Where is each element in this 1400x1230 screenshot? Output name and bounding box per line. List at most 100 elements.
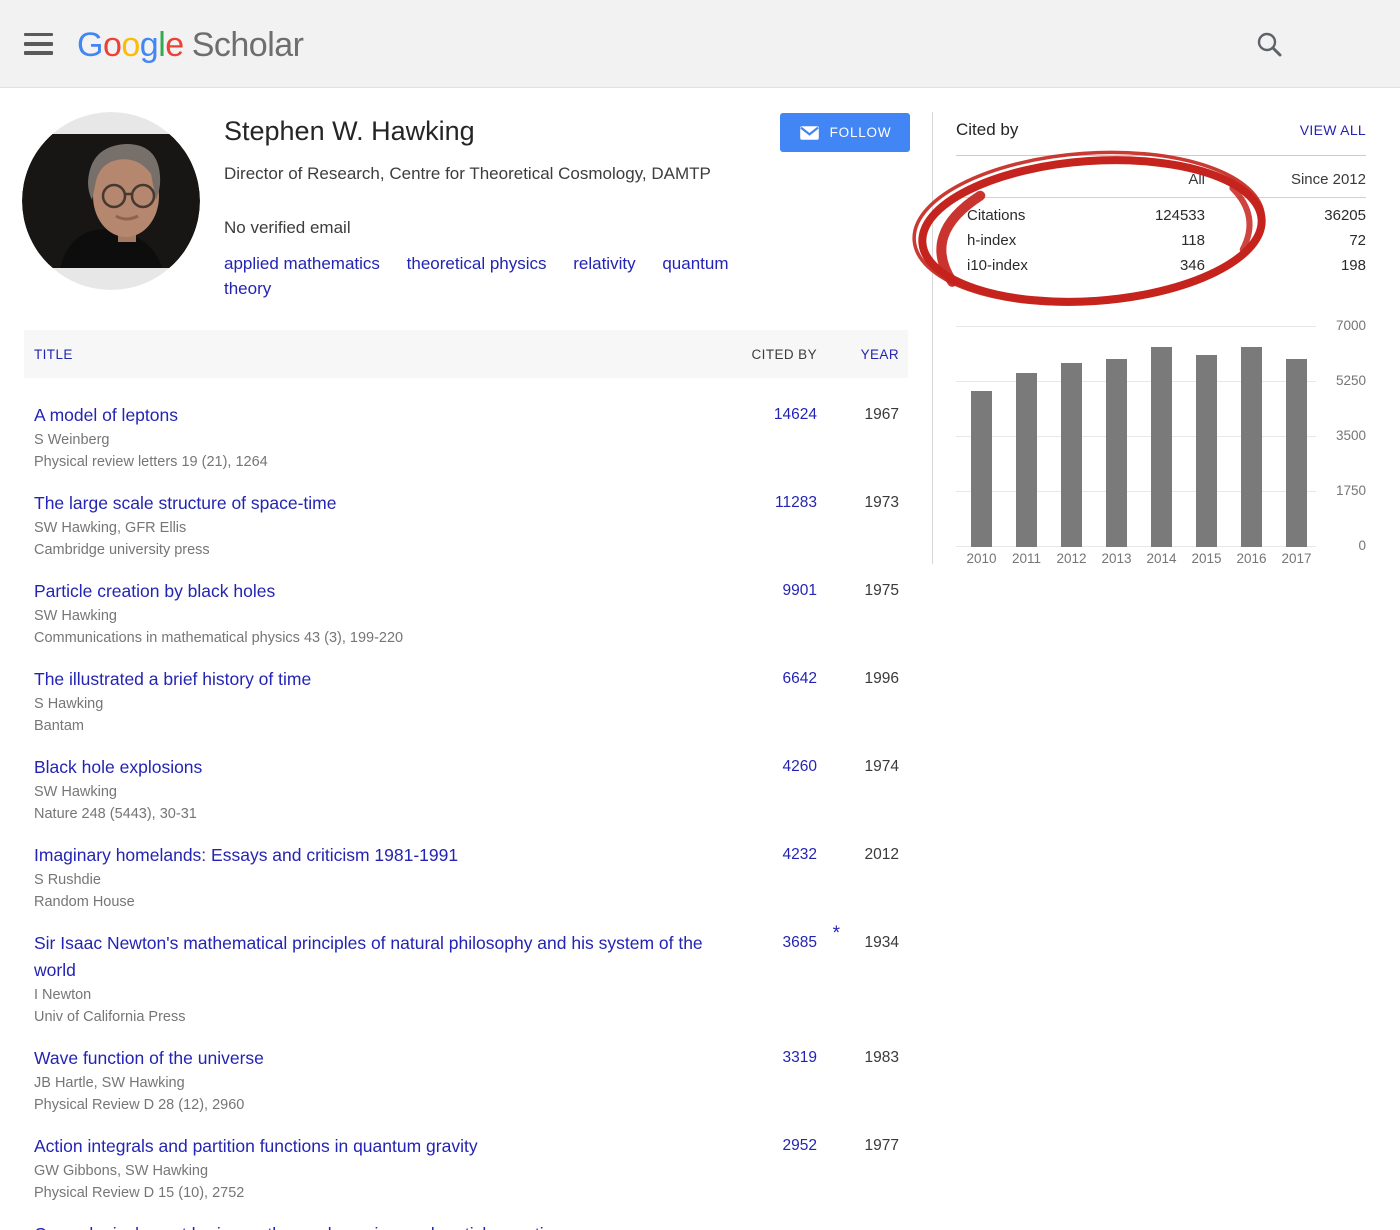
publications-header-row: TITLE CITED BY YEAR bbox=[24, 330, 908, 378]
publication-venue: Bantam bbox=[24, 715, 908, 737]
top-app-bar: GoogleScholar bbox=[0, 0, 1400, 88]
publication-title-link[interactable]: Wave function of the universe bbox=[24, 1045, 264, 1072]
x-axis-tick-label: 2016 bbox=[1229, 551, 1274, 566]
google-wordmark: Google bbox=[77, 26, 184, 64]
stats-row: h-index 118 72 bbox=[956, 228, 1366, 253]
cited-by-heading: Cited by bbox=[956, 120, 1018, 140]
profile-affiliation: Director of Research, Centre for Theoret… bbox=[224, 161, 744, 186]
publication-authors: S Rushdie bbox=[24, 869, 908, 891]
profile-email-status: No verified email bbox=[224, 218, 351, 238]
cited-by-count-link[interactable]: 3319 bbox=[783, 1049, 817, 1067]
chart-bar-2017[interactable] bbox=[1286, 359, 1307, 547]
x-axis-tick-label: 2011 bbox=[1004, 551, 1049, 566]
x-axis-tick-label: 2015 bbox=[1184, 551, 1229, 566]
search-icon[interactable] bbox=[1254, 29, 1286, 61]
publication-venue: Communications in mathematical physics 4… bbox=[24, 627, 908, 649]
chart-bar-2014[interactable] bbox=[1151, 347, 1172, 547]
publication-year: 1996 bbox=[865, 670, 899, 688]
vertical-divider bbox=[932, 112, 933, 564]
cited-by-count-link[interactable]: 3685 bbox=[783, 934, 817, 952]
publication-authors: I Newton bbox=[24, 984, 908, 1006]
publication-row: Imaginary homelands: Essays and criticis… bbox=[24, 842, 908, 913]
stat-value-all: 118 bbox=[1096, 232, 1205, 249]
y-axis-tick-label: 7000 bbox=[1310, 318, 1366, 333]
cited-by-count-link[interactable]: 9901 bbox=[783, 582, 817, 600]
cited-by-count-link[interactable]: 11283 bbox=[775, 494, 817, 512]
stats-col-since: Since 2012 bbox=[1205, 171, 1366, 188]
citations-per-year-chart: 01750350052507000 2010201120122013201420… bbox=[956, 315, 1366, 565]
sort-by-title-link[interactable]: TITLE bbox=[34, 347, 73, 362]
follow-button[interactable]: FOLLOW bbox=[780, 113, 910, 152]
chart-bar-2010[interactable] bbox=[971, 391, 992, 547]
hamburger-menu-icon[interactable] bbox=[24, 33, 53, 55]
chart-bar-2011[interactable] bbox=[1016, 373, 1037, 547]
publication-title-link[interactable]: The large scale structure of space-time bbox=[24, 490, 337, 517]
publication-venue: Physical Review D 28 (12), 2960 bbox=[24, 1094, 908, 1116]
x-axis-tick-label: 2010 bbox=[959, 551, 1004, 566]
interest-tag-link[interactable]: relativity bbox=[573, 254, 635, 273]
chart-bar-2012[interactable] bbox=[1061, 363, 1082, 547]
envelope-icon bbox=[799, 125, 820, 141]
publication-row: Action integrals and partition functions… bbox=[24, 1133, 908, 1204]
stat-label: h-index bbox=[956, 232, 1096, 249]
cited-by-count-link[interactable]: 4232 bbox=[783, 846, 817, 864]
stat-value-all: 124533 bbox=[1096, 207, 1205, 224]
sort-by-year-link[interactable]: YEAR bbox=[861, 347, 899, 362]
publication-year: 1973 bbox=[865, 494, 899, 512]
stats-row: i10-index 346 198 bbox=[956, 253, 1366, 278]
stats-row: Citations 124533 36205 bbox=[956, 203, 1366, 228]
publication-title-link[interactable]: A model of leptons bbox=[24, 402, 178, 429]
publication-title-link[interactable]: Action integrals and partition functions… bbox=[24, 1133, 478, 1160]
stat-value-all: 346 bbox=[1096, 257, 1205, 274]
publication-venue: Physical Review D 15 (10), 2752 bbox=[24, 1182, 908, 1204]
profile-name: Stephen W. Hawking bbox=[224, 116, 475, 147]
google-scholar-logo[interactable]: GoogleScholar bbox=[77, 26, 303, 65]
interest-tag-link[interactable]: applied mathematics bbox=[224, 254, 380, 273]
publication-title-link[interactable]: Sir Isaac Newton's mathematical principl… bbox=[24, 930, 724, 984]
publication-year: 1934 bbox=[865, 934, 899, 952]
publication-year: 1977 bbox=[865, 1137, 899, 1155]
stat-value-since: 72 bbox=[1205, 232, 1366, 249]
x-axis-tick-label: 2012 bbox=[1049, 551, 1094, 566]
cited-by-count-link[interactable]: 14624 bbox=[774, 406, 817, 424]
publication-title-link[interactable]: Cosmological event horizons, thermodynam… bbox=[24, 1221, 563, 1230]
scholar-wordmark: Scholar bbox=[192, 26, 304, 64]
publication-row: A model of leptons S Weinberg Physical r… bbox=[24, 402, 908, 473]
y-axis-tick-label: 5250 bbox=[1310, 373, 1366, 388]
cited-by-count-link[interactable]: 4260 bbox=[783, 758, 817, 776]
publication-venue: Nature 248 (5443), 30-31 bbox=[24, 803, 908, 825]
stat-label: i10-index bbox=[956, 257, 1096, 274]
stats-header-row: All Since 2012 bbox=[956, 161, 1366, 198]
publication-venue: Univ of California Press bbox=[24, 1006, 908, 1028]
publication-title-link[interactable]: Particle creation by black holes bbox=[24, 578, 275, 605]
cited-by-count-link[interactable]: 6642 bbox=[783, 670, 817, 688]
chart-bar-2013[interactable] bbox=[1106, 359, 1127, 547]
follow-button-label: FOLLOW bbox=[830, 125, 892, 140]
cited-by-column-header: CITED BY bbox=[752, 347, 817, 362]
publication-authors: S Hawking bbox=[24, 693, 908, 715]
x-axis-tick-label: 2017 bbox=[1274, 551, 1319, 566]
publication-venue: Physical review letters 19 (21), 1264 bbox=[24, 451, 908, 473]
publication-authors: SW Hawking bbox=[24, 781, 908, 803]
view-all-link[interactable]: VIEW ALL bbox=[1300, 122, 1366, 138]
stat-value-since: 198 bbox=[1205, 257, 1366, 274]
chart-bar-2015[interactable] bbox=[1196, 355, 1217, 547]
cited-by-count-link[interactable]: 2952 bbox=[783, 1137, 817, 1155]
y-axis-tick-label: 1750 bbox=[1310, 483, 1366, 498]
publication-title-link[interactable]: Imaginary homelands: Essays and criticis… bbox=[24, 842, 458, 869]
publication-authors: SW Hawking bbox=[24, 605, 908, 627]
interest-tag-link[interactable]: theoretical physics bbox=[407, 254, 547, 273]
publication-year: 1967 bbox=[865, 406, 899, 424]
publication-authors: SW Hawking, GFR Ellis bbox=[24, 517, 908, 539]
publication-venue: Random House bbox=[24, 891, 908, 913]
chart-bar-2016[interactable] bbox=[1241, 347, 1262, 547]
publication-title-link[interactable]: Black hole explosions bbox=[24, 754, 202, 781]
stat-label: Citations bbox=[956, 207, 1096, 224]
publication-year: 1974 bbox=[865, 758, 899, 776]
merged-versions-star-icon: * bbox=[833, 923, 840, 945]
publication-authors: GW Gibbons, SW Hawking bbox=[24, 1160, 908, 1182]
publication-row: Particle creation by black holes SW Hawk… bbox=[24, 578, 908, 649]
publication-row: Cosmological event horizons, thermodynam… bbox=[24, 1221, 908, 1230]
stat-value-since: 36205 bbox=[1205, 207, 1366, 224]
publication-title-link[interactable]: The illustrated a brief history of time bbox=[24, 666, 311, 693]
